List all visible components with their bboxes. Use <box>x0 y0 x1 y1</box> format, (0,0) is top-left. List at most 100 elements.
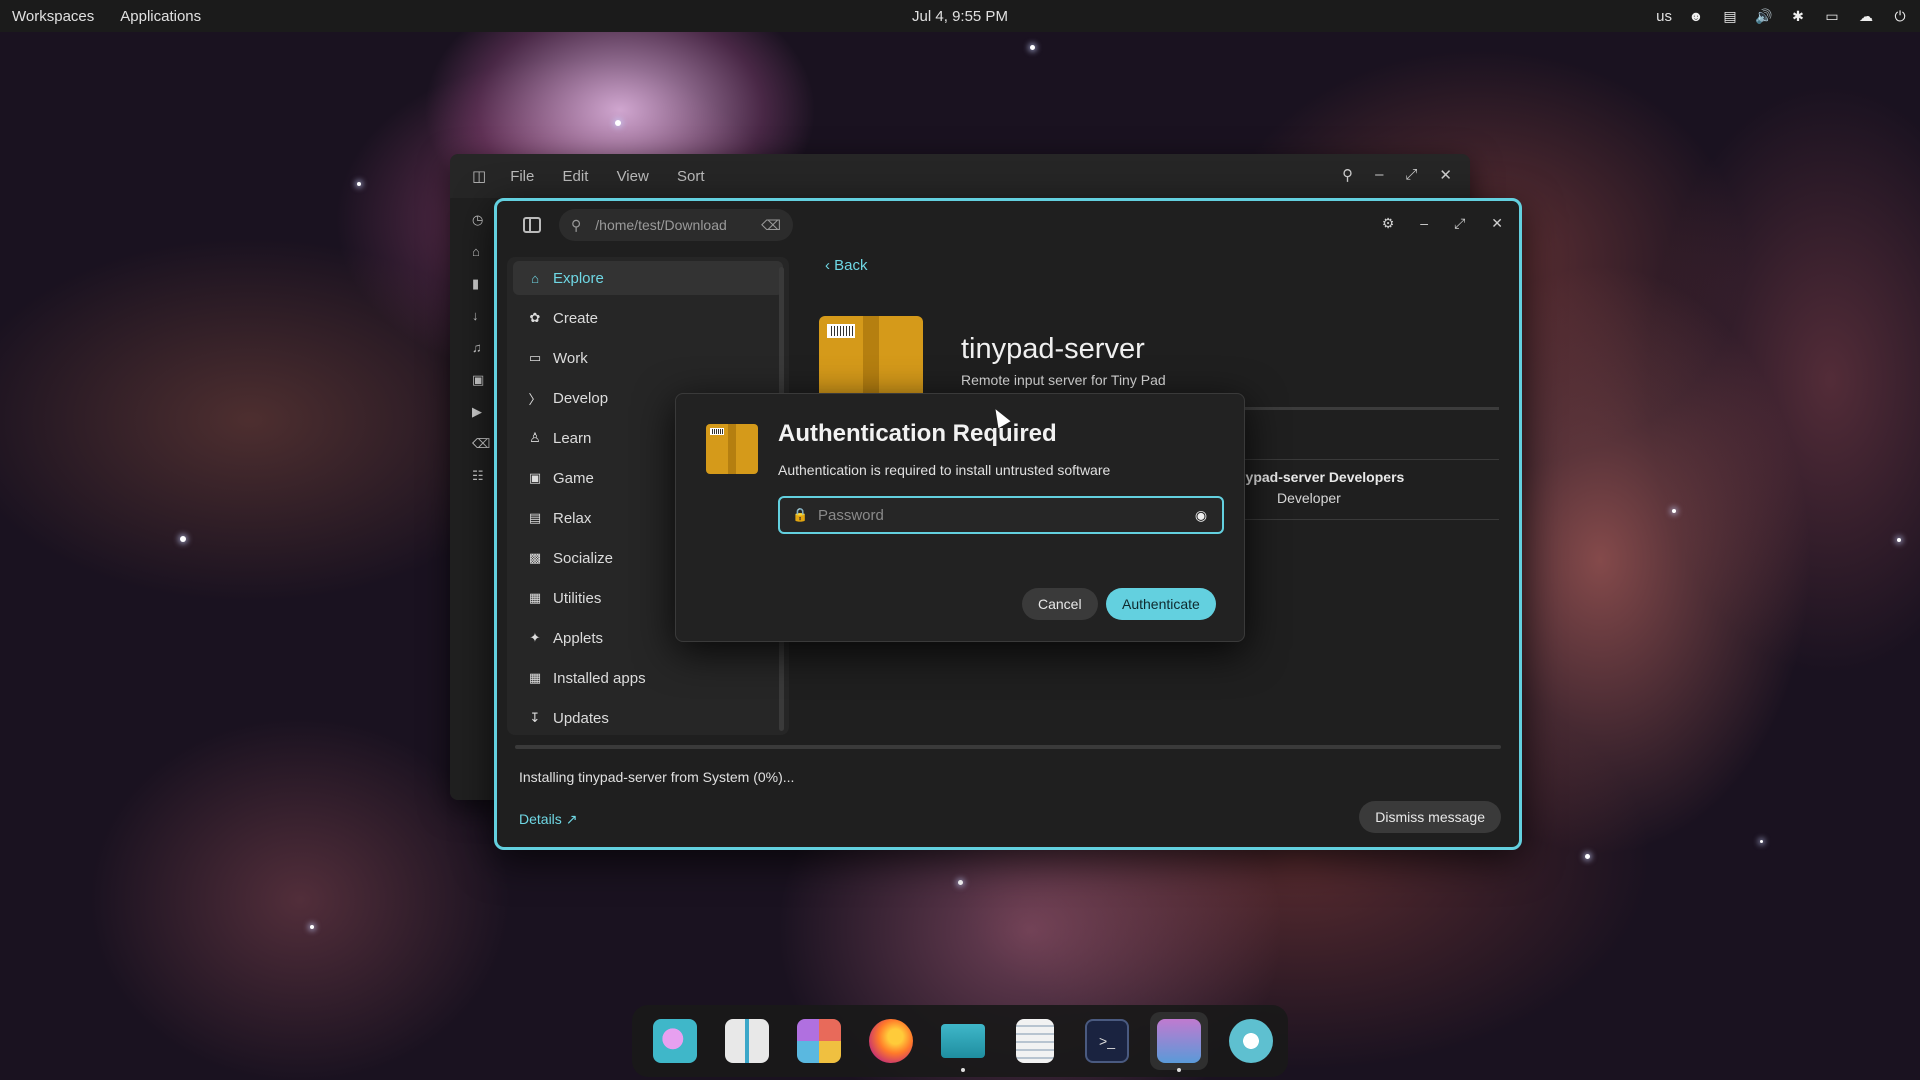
clock[interactable]: Jul 4, 9:55 PM <box>912 8 1008 25</box>
dock-terminal[interactable]: >_ <box>1078 1012 1136 1070</box>
install-status-text: Installing tinypad-server from System (0… <box>519 769 795 785</box>
dock-files[interactable] <box>934 1012 992 1072</box>
app-title: tinypad-server <box>961 333 1145 365</box>
sidebar-toggle-icon[interactable] <box>523 217 541 233</box>
home-icon[interactable]: ⌂ <box>472 244 490 262</box>
close-icon[interactable]: ✕ <box>1491 215 1503 232</box>
workspaces-icon <box>725 1019 769 1063</box>
cancel-button[interactable]: Cancel <box>1022 588 1098 620</box>
menu-edit[interactable]: Edit <box>563 168 589 185</box>
applet-icon: ✦ <box>529 630 541 645</box>
dock-firefox[interactable] <box>862 1012 920 1070</box>
dock-workspaces[interactable] <box>718 1012 776 1070</box>
nav-item-updates[interactable]: ↧ Updates <box>513 701 783 735</box>
menu-sort[interactable]: Sort <box>677 168 705 185</box>
battery-icon[interactable]: ▭ <box>1822 6 1842 26</box>
videos-icon[interactable]: ▶ <box>472 404 490 422</box>
search-icon[interactable]: ⚲ <box>1342 166 1353 184</box>
app-summary: Remote input server for Tiny Pad <box>961 372 1166 388</box>
details-label: Details <box>519 811 562 827</box>
star <box>310 925 314 929</box>
laptop-icon: ▭ <box>528 350 542 365</box>
menu-file[interactable]: File <box>510 168 534 185</box>
download-icon: ↧ <box>529 710 541 725</box>
developer-role: Developer <box>1277 490 1341 506</box>
app-grid-icon <box>797 1019 841 1063</box>
display-icon[interactable]: ▤ <box>1720 6 1740 26</box>
nav-item-work[interactable]: ▭ Work <box>513 341 783 375</box>
nav-item-installed-apps[interactable]: ▦ Installed apps <box>513 661 783 695</box>
dock-settings[interactable] <box>1222 1012 1280 1070</box>
files-sidebar: ◷ ⌂ ▮ ↓ ♫ ▣ ▶ ⌫ ☷ <box>450 198 500 800</box>
password-field[interactable]: 🔒 ◉ <box>778 496 1224 534</box>
music-icon[interactable]: ♫ <box>472 340 490 358</box>
trash-icon[interactable]: ⌫ <box>472 436 490 454</box>
running-indicator <box>961 1068 965 1072</box>
power-icon[interactable]: ⏻ <box>1890 6 1910 26</box>
settings-gear-icon[interactable]: ⚙ <box>1382 215 1395 232</box>
dismiss-message-button[interactable]: Dismiss message <box>1359 801 1501 833</box>
dock-app-grid[interactable] <box>790 1012 848 1070</box>
star <box>1030 45 1035 50</box>
palette-icon: ✿ <box>529 310 541 325</box>
keyboard-layout[interactable]: us <box>1656 8 1672 25</box>
terminal-icon: 〉 <box>528 391 542 407</box>
pictures-icon[interactable]: ▣ <box>472 372 490 390</box>
lock-icon: 🔒 <box>792 507 809 522</box>
show-password-icon[interactable]: ◉ <box>1192 507 1210 524</box>
nav-item-label: Utilities <box>553 589 602 607</box>
password-input[interactable] <box>818 506 1192 524</box>
search-field[interactable]: ⚲ /home/test/Download ⌫ <box>559 209 793 241</box>
nav-item-label: Explore <box>553 269 604 287</box>
maximize-icon[interactable]: ⤢ <box>1405 166 1417 184</box>
clear-search-icon[interactable]: ⌫ <box>761 217 781 234</box>
nav-item-explore[interactable]: ⌂ Explore <box>513 261 783 295</box>
menu-view[interactable]: View <box>617 168 649 185</box>
app-store-icon <box>1157 1019 1201 1063</box>
developer-name[interactable]: nypad-server Developers <box>1237 469 1404 485</box>
dock-app-store[interactable] <box>1150 1012 1208 1072</box>
authenticate-button[interactable]: Authenticate <box>1106 588 1216 620</box>
nav-item-label: Relax <box>553 509 592 527</box>
nav-item-label: Create <box>553 309 599 327</box>
dock-text-editor[interactable] <box>1006 1012 1064 1070</box>
search-input[interactable]: /home/test/Download <box>595 217 761 233</box>
sidebar-toggle-icon[interactable]: ◫ <box>472 167 486 185</box>
network-icon[interactable]: ☷ <box>472 468 490 486</box>
close-icon[interactable]: ✕ <box>1439 166 1452 184</box>
star <box>615 120 621 126</box>
maximize-icon[interactable]: ⤢ <box>1454 215 1465 232</box>
workspaces-button[interactable]: Workspaces <box>12 8 94 25</box>
minimize-icon[interactable]: – <box>1420 215 1428 232</box>
nav-item-label: Learn <box>553 429 592 447</box>
calculator-icon: ▦ <box>528 590 542 605</box>
back-button[interactable]: ‹ Back <box>825 257 868 274</box>
bluetooth-off-icon[interactable]: ✱ <box>1788 6 1808 26</box>
search-launcher-icon <box>653 1019 697 1063</box>
star <box>958 880 963 885</box>
person-icon: ♙ <box>529 430 541 445</box>
details-link[interactable]: Details ↗ <box>519 811 577 828</box>
accessibility-icon[interactable]: ☻ <box>1686 6 1706 26</box>
top-panel: Workspaces Applications Jul 4, 9:55 PM u… <box>0 0 1920 32</box>
nav-item-create[interactable]: ✿ Create <box>513 301 783 335</box>
dock-search-launcher[interactable] <box>646 1012 704 1070</box>
search-icon: ⚲ <box>571 216 582 233</box>
minimize-icon[interactable]: – <box>1375 166 1383 184</box>
folder-icon <box>941 1024 985 1058</box>
downloads-icon[interactable]: ↓ <box>472 308 490 326</box>
network-icon[interactable]: ☁ <box>1856 6 1876 26</box>
install-progress-bar <box>515 745 1501 749</box>
nav-item-label: Applets <box>553 629 604 647</box>
settings-toggle-icon <box>1229 1019 1273 1063</box>
chat-icon: ▩ <box>528 550 542 565</box>
nav-item-label: Socialize <box>553 549 614 567</box>
recent-icon[interactable]: ◷ <box>472 212 490 230</box>
documents-icon[interactable]: ▮ <box>472 276 490 294</box>
volume-icon[interactable]: 🔊 <box>1754 6 1774 26</box>
applications-button[interactable]: Applications <box>120 8 201 25</box>
package-icon <box>706 424 758 474</box>
star <box>1672 509 1676 513</box>
image-icon: ▤ <box>528 510 542 525</box>
nav-item-label: Develop <box>553 389 609 407</box>
